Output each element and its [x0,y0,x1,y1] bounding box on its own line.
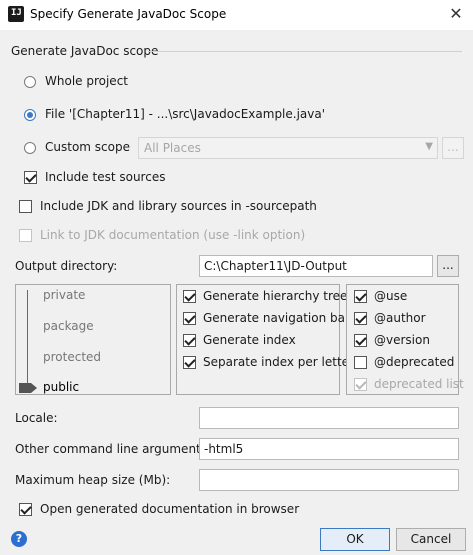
intellij-app-icon: IJ [8,6,24,22]
visibility-level-package[interactable]: package [43,319,94,333]
custom-scope-browse-button[interactable]: ... [442,137,464,159]
custom-scope-radio[interactable] [24,142,36,154]
visibility-level-private[interactable]: private [43,288,85,302]
cancel-button[interactable]: Cancel [396,528,466,551]
tag-deprecated-label[interactable]: @deprecated [374,355,454,369]
generate-index-label[interactable]: Generate index [203,333,296,347]
visibility-level-public[interactable]: public [43,380,79,394]
whole-project-label[interactable]: Whole project [45,74,128,88]
close-icon[interactable]: ✕ [442,2,470,26]
other-args-field[interactable]: -html5 [199,438,459,460]
visibility-slider-thumb-tip[interactable] [31,383,37,393]
separate-index-label[interactable]: Separate index per letter [203,355,354,369]
group-separator [148,51,462,52]
include-jdk-label[interactable]: Include JDK and library sources in -sour… [40,199,317,213]
link-jdk-label: Link to JDK documentation (use -link opt… [40,228,306,242]
custom-scope-combo-value: All Places [144,141,201,155]
file-scope-radio[interactable] [24,109,36,121]
output-directory-label: Output directory: [15,259,118,273]
other-args-value: -html5 [204,442,244,456]
locale-field[interactable] [199,407,459,429]
tag-use-label[interactable]: @use [374,289,407,303]
app-icon-text: IJ [11,8,22,18]
deprecated-list-checkbox [354,378,367,391]
generate-navigation-bar-label[interactable]: Generate navigation bar [203,311,350,325]
tag-author-label[interactable]: @author [374,311,426,325]
ok-button[interactable]: OK [320,528,390,551]
locale-label: Locale: [15,411,58,425]
include-jdk-checkbox[interactable] [19,200,32,213]
max-heap-field[interactable] [199,469,459,491]
file-scope-label[interactable]: File '[Chapter11] - ...\src\JavadocExamp… [45,107,325,121]
visibility-slider-thumb[interactable] [19,383,31,393]
tag-version-checkbox[interactable] [354,334,367,347]
custom-scope-label[interactable]: Custom scope [45,140,130,154]
custom-scope-combo[interactable]: All Places ▼ [138,137,438,159]
generate-navigation-bar-checkbox[interactable] [183,312,196,325]
window-title: Specify Generate JavaDoc Scope [30,7,227,21]
help-icon[interactable]: ? [11,531,27,547]
visibility-panel [15,284,171,395]
whole-project-radio[interactable] [24,76,36,88]
open-in-browser-checkbox[interactable] [19,503,32,516]
open-in-browser-label[interactable]: Open generated documentation in browser [40,502,299,516]
generate-hierarchy-tree-checkbox[interactable] [183,290,196,303]
include-test-sources-checkbox[interactable] [24,171,37,184]
output-directory-value: C:\Chapter11\JD-Output [204,259,347,273]
output-directory-field[interactable]: C:\Chapter11\JD-Output [199,255,433,277]
deprecated-list-label: deprecated list [374,377,464,391]
chevron-down-icon: ▼ [425,141,433,152]
include-test-sources-label[interactable]: Include test sources [45,170,165,184]
link-jdk-checkbox [19,229,32,242]
tag-version-label[interactable]: @version [374,333,430,347]
generate-index-checkbox[interactable] [183,334,196,347]
other-args-label: Other command line arguments: [15,442,212,456]
max-heap-label: Maximum heap size (Mb): [15,473,171,487]
output-directory-browse-button[interactable]: ... [437,255,459,277]
scope-group-title: Generate JavaDoc scope [11,44,159,58]
separate-index-checkbox[interactable] [183,356,196,369]
tag-author-checkbox[interactable] [354,312,367,325]
tag-use-checkbox[interactable] [354,290,367,303]
tag-deprecated-checkbox[interactable] [354,356,367,369]
visibility-slider-track[interactable] [27,290,28,384]
generate-hierarchy-tree-label[interactable]: Generate hierarchy tree [203,289,347,303]
visibility-level-protected[interactable]: protected [43,350,101,364]
